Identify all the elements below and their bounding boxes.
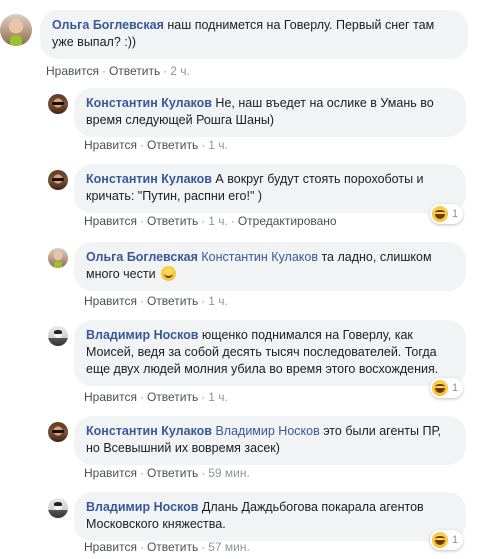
comment-bubble: Константин Кулаков А вокруг будут стоять… bbox=[74, 164, 466, 213]
mention-link[interactable]: Владимир Носков bbox=[215, 424, 319, 438]
comment-actions: Нравится · Ответить · 1 ч. bbox=[84, 390, 228, 404]
comment-bubble: Владимир Носков Длань Даждьбогова покара… bbox=[74, 492, 466, 541]
reply-button[interactable]: Ответить bbox=[147, 390, 198, 404]
haha-emoji-icon bbox=[432, 206, 448, 222]
comment-author[interactable]: Константин Кулаков bbox=[86, 96, 212, 110]
user-avatar-icon[interactable] bbox=[48, 326, 68, 346]
comment-author[interactable]: Владимир Носков bbox=[86, 328, 198, 342]
comment-timestamp[interactable]: 59 мин. bbox=[208, 466, 250, 480]
comment-author[interactable]: Ольга Боглевская bbox=[86, 250, 198, 264]
comment-actions: Нравится · Ответить · 57 мин. bbox=[84, 540, 250, 554]
reaction-badge[interactable]: 1 bbox=[430, 530, 464, 550]
reply-button[interactable]: Ответить bbox=[147, 138, 198, 152]
comment-timestamp[interactable]: 2 ч. bbox=[170, 64, 190, 78]
comment-bubble: Ольга Боглевская Константин Кулаков та л… bbox=[74, 242, 466, 291]
comment-thread: Ольга Боглевская наш поднимется на Говер… bbox=[0, 0, 492, 559]
mention-link[interactable]: Константин Кулаков bbox=[201, 250, 318, 264]
smile-emoji-icon bbox=[161, 266, 177, 281]
user-avatar-icon[interactable] bbox=[48, 422, 68, 442]
reaction-count: 1 bbox=[452, 382, 459, 394]
reaction-badge[interactable]: 1 bbox=[430, 378, 464, 398]
reply-comment: Владимир Носков ющенко поднимался на Гов… bbox=[48, 316, 492, 408]
comment-bubble: Владимир Носков ющенко поднимался на Гов… bbox=[74, 320, 466, 386]
comment-timestamp[interactable]: 1 ч. bbox=[208, 390, 228, 404]
reply-button[interactable]: Ответить bbox=[147, 214, 198, 228]
user-avatar-icon[interactable] bbox=[0, 14, 32, 46]
like-button[interactable]: Нравится bbox=[46, 64, 99, 78]
like-button[interactable]: Нравится bbox=[84, 138, 137, 152]
comment-bubble: Константин Кулаков Владимир Носков это б… bbox=[74, 416, 466, 465]
reaction-badge[interactable]: 1 bbox=[430, 204, 464, 224]
haha-emoji-icon bbox=[432, 532, 448, 548]
comment-timestamp[interactable]: 1 ч. bbox=[208, 294, 228, 308]
user-avatar-icon[interactable] bbox=[48, 498, 68, 518]
reaction-count: 1 bbox=[452, 208, 459, 220]
reply-button[interactable]: Ответить bbox=[147, 466, 198, 480]
comment-author[interactable]: Константин Кулаков bbox=[86, 172, 212, 186]
reply-comment: Константин Кулаков А вокруг будут стоять… bbox=[48, 160, 492, 232]
comment-author[interactable]: Константин Кулаков bbox=[86, 424, 212, 438]
reply-comment: Владимир Носков Длань Даждьбогова покара… bbox=[48, 488, 492, 559]
reply-comment: Ольга Боглевская Константин Кулаков та л… bbox=[48, 238, 492, 312]
haha-emoji-icon bbox=[432, 380, 448, 396]
comment-actions: Нравится · Ответить · 59 мин. bbox=[84, 466, 250, 480]
comment-actions: Нравится · Ответить · 1 ч. bbox=[84, 138, 228, 152]
comment-actions: Нравится · Ответить · 2 ч. bbox=[46, 64, 190, 78]
comment-timestamp[interactable]: 1 ч. bbox=[208, 214, 228, 228]
reply-comment: Константин Кулаков Не, наш въедет на осл… bbox=[48, 84, 492, 154]
reply-button[interactable]: Ответить bbox=[147, 294, 198, 308]
comment: Ольга Боглевская наш поднимется на Говер… bbox=[0, 0, 492, 80]
comment-author[interactable]: Ольга Боглевская bbox=[52, 18, 164, 32]
like-button[interactable]: Нравится bbox=[84, 294, 137, 308]
like-button[interactable]: Нравится bbox=[84, 466, 137, 480]
edited-label[interactable]: Отредактировано bbox=[238, 214, 337, 228]
comment-bubble: Ольга Боглевская наш поднимется на Говер… bbox=[40, 10, 468, 59]
like-button[interactable]: Нравится bbox=[84, 390, 137, 404]
like-button[interactable]: Нравится bbox=[84, 214, 137, 228]
comment-actions: Нравится · Ответить · 1 ч. bbox=[84, 294, 228, 308]
user-avatar-icon[interactable] bbox=[48, 94, 68, 114]
comment-timestamp[interactable]: 1 ч. bbox=[208, 138, 228, 152]
user-avatar-icon[interactable] bbox=[48, 248, 68, 268]
reply-button[interactable]: Ответить bbox=[109, 64, 160, 78]
reply-button[interactable]: Ответить bbox=[147, 540, 198, 554]
user-avatar-icon[interactable] bbox=[48, 170, 68, 190]
comment-author[interactable]: Владимир Носков bbox=[86, 500, 198, 514]
reply-comment: Константин Кулаков Владимир Носков это б… bbox=[48, 412, 492, 484]
comment-bubble: Константин Кулаков Не, наш въедет на осл… bbox=[74, 88, 466, 137]
comment-actions: Нравится · Ответить · 1 ч. · Отредактировано bbox=[84, 214, 337, 228]
comment-timestamp[interactable]: 57 мин. bbox=[208, 540, 250, 554]
reaction-count: 1 bbox=[452, 534, 459, 546]
like-button[interactable]: Нравится bbox=[84, 540, 137, 554]
